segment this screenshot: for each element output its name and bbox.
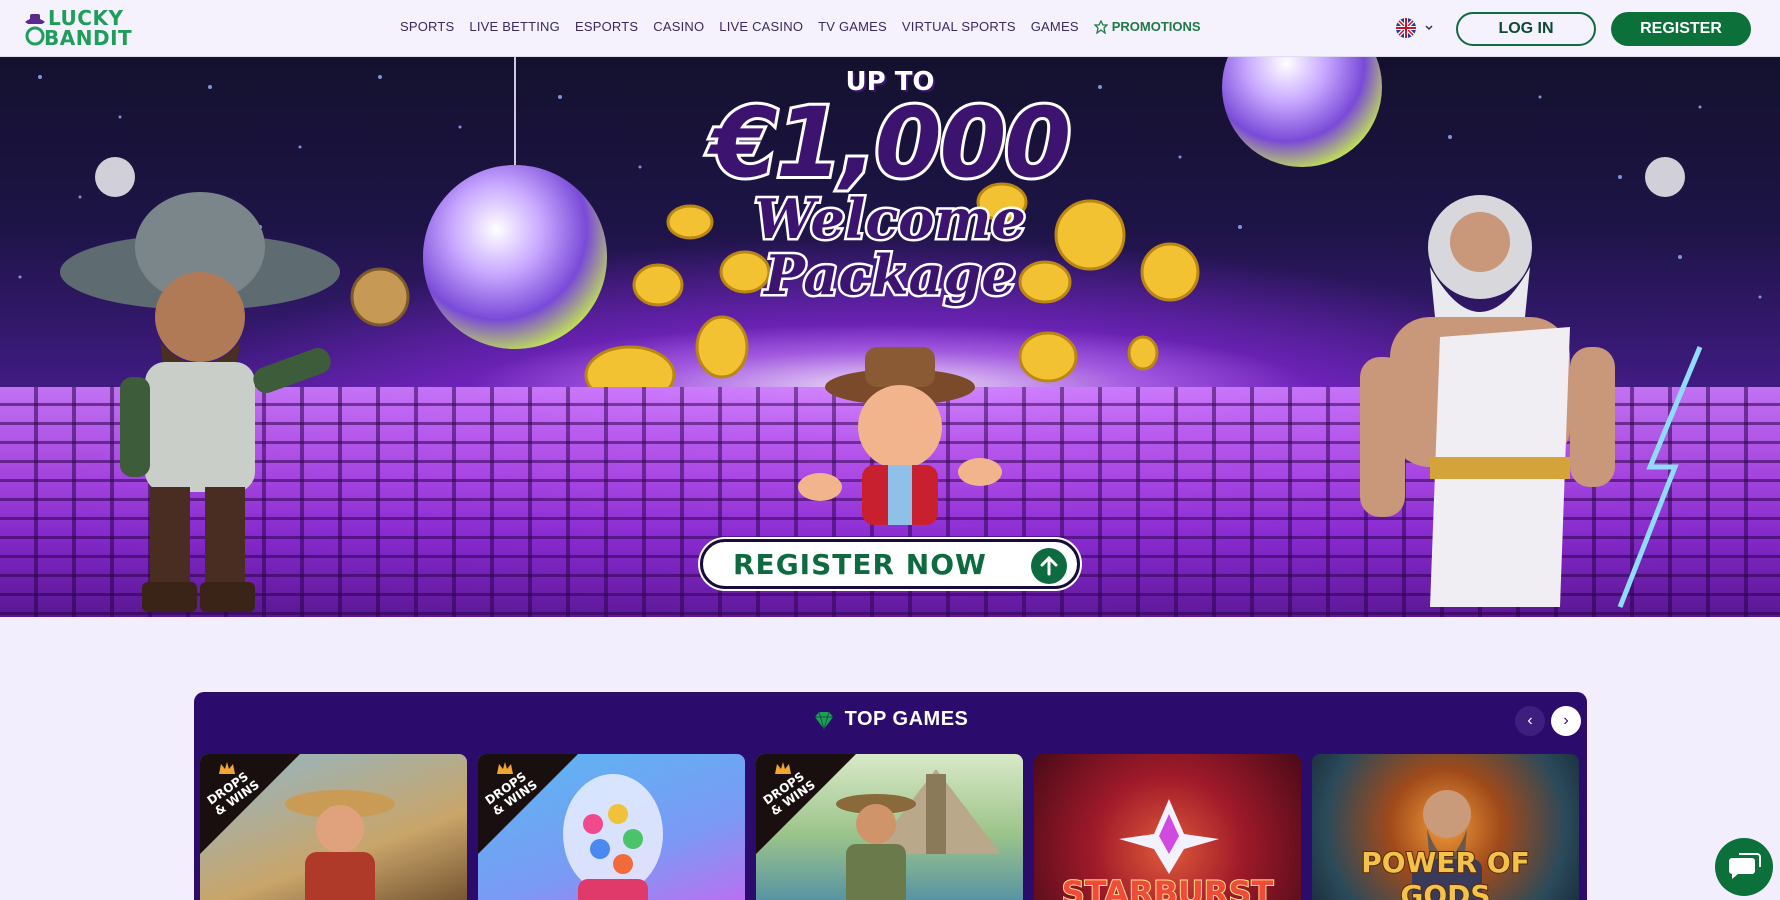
site-header: LUCKY BANDIT SPORTS LIVE BETTING ESPORTS… <box>0 0 1780 57</box>
nav-casino[interactable]: CASINO <box>653 19 704 34</box>
nav-live-casino[interactable]: LIVE CASINO <box>719 19 803 34</box>
bandit-mascot-illustration <box>798 347 1002 525</box>
chevron-down-icon <box>1425 25 1433 31</box>
games-prev-button[interactable]: ‹ <box>1515 706 1545 736</box>
crown-icon <box>775 762 791 774</box>
game-card[interactable]: DROPS & WINS <box>478 754 745 900</box>
chevron-left-icon: ‹ <box>1527 712 1533 729</box>
lucky-bandit-logo[interactable]: LUCKY BANDIT <box>20 8 150 50</box>
login-button[interactable]: LOG IN <box>1456 12 1596 46</box>
gem-icon <box>814 711 833 730</box>
live-chat-button[interactable] <box>1715 838 1773 896</box>
top-games-title: TOP GAMES <box>844 708 969 730</box>
game-card[interactable]: DROPS & WINS <box>200 754 467 900</box>
hero-welcome: Welcome <box>752 187 1029 251</box>
hero-offer: UP TO €1,000 Welcome Package <box>690 67 1090 307</box>
nav-sports[interactable]: SPORTS <box>400 19 454 34</box>
promotion-icon <box>1093 19 1108 34</box>
nav-esports[interactable]: ESPORTS <box>575 19 638 34</box>
hero-banner[interactable]: UP TO €1,000 Welcome Package REGISTER NO… <box>0 57 1780 617</box>
nav-games[interactable]: GAMES <box>1031 19 1079 34</box>
crown-icon <box>497 762 513 774</box>
main-nav: SPORTS LIVE BETTING ESPORTS CASINO LIVE … <box>400 19 1201 34</box>
crown-icon <box>219 762 235 774</box>
register-now-label: REGISTER NOW <box>733 547 987 581</box>
zeus-character-illustration <box>1360 195 1703 608</box>
logo-line-1: LUCKY <box>48 6 124 30</box>
language-selector[interactable] <box>1396 18 1434 38</box>
games-next-button[interactable]: › <box>1551 706 1581 736</box>
nav-live-betting[interactable]: LIVE BETTING <box>469 19 560 34</box>
register-button[interactable]: REGISTER <box>1611 12 1751 46</box>
starburst-gem-art <box>1119 799 1219 874</box>
top-games-section: TOP GAMES ‹ › DROPS& WINS DROPS& WINS <box>194 692 1587 900</box>
uk-flag-icon <box>1396 18 1416 38</box>
chat-icon <box>1729 853 1761 879</box>
game-card[interactable]: STARBURST <box>1034 754 1301 900</box>
nav-promotions[interactable]: PROMOTIONS <box>1093 19 1201 34</box>
game-card[interactable]: DROPS & WINS <box>756 754 1023 900</box>
hero-amount: €1,000 <box>708 87 1074 199</box>
nav-tv-games[interactable]: TV GAMES <box>818 19 887 34</box>
nav-promotions-label: PROMOTIONS <box>1111 19 1201 34</box>
explorer-character-illustration <box>60 192 410 612</box>
hero-package: Package <box>762 243 1019 307</box>
register-now-button[interactable]: REGISTER NOW <box>700 539 1080 589</box>
nav-virtual-sports[interactable]: VIRTUAL SPORTS <box>902 19 1016 34</box>
arrow-up-icon <box>1031 548 1067 584</box>
chevron-right-icon: › <box>1563 712 1569 729</box>
game-title: STARBURST <box>1061 873 1275 900</box>
game-title: POWER OF GODS <box>1360 845 1531 900</box>
logo-line-2: BANDIT <box>44 26 133 50</box>
game-card[interactable]: POWER OF GODS <box>1312 754 1579 900</box>
